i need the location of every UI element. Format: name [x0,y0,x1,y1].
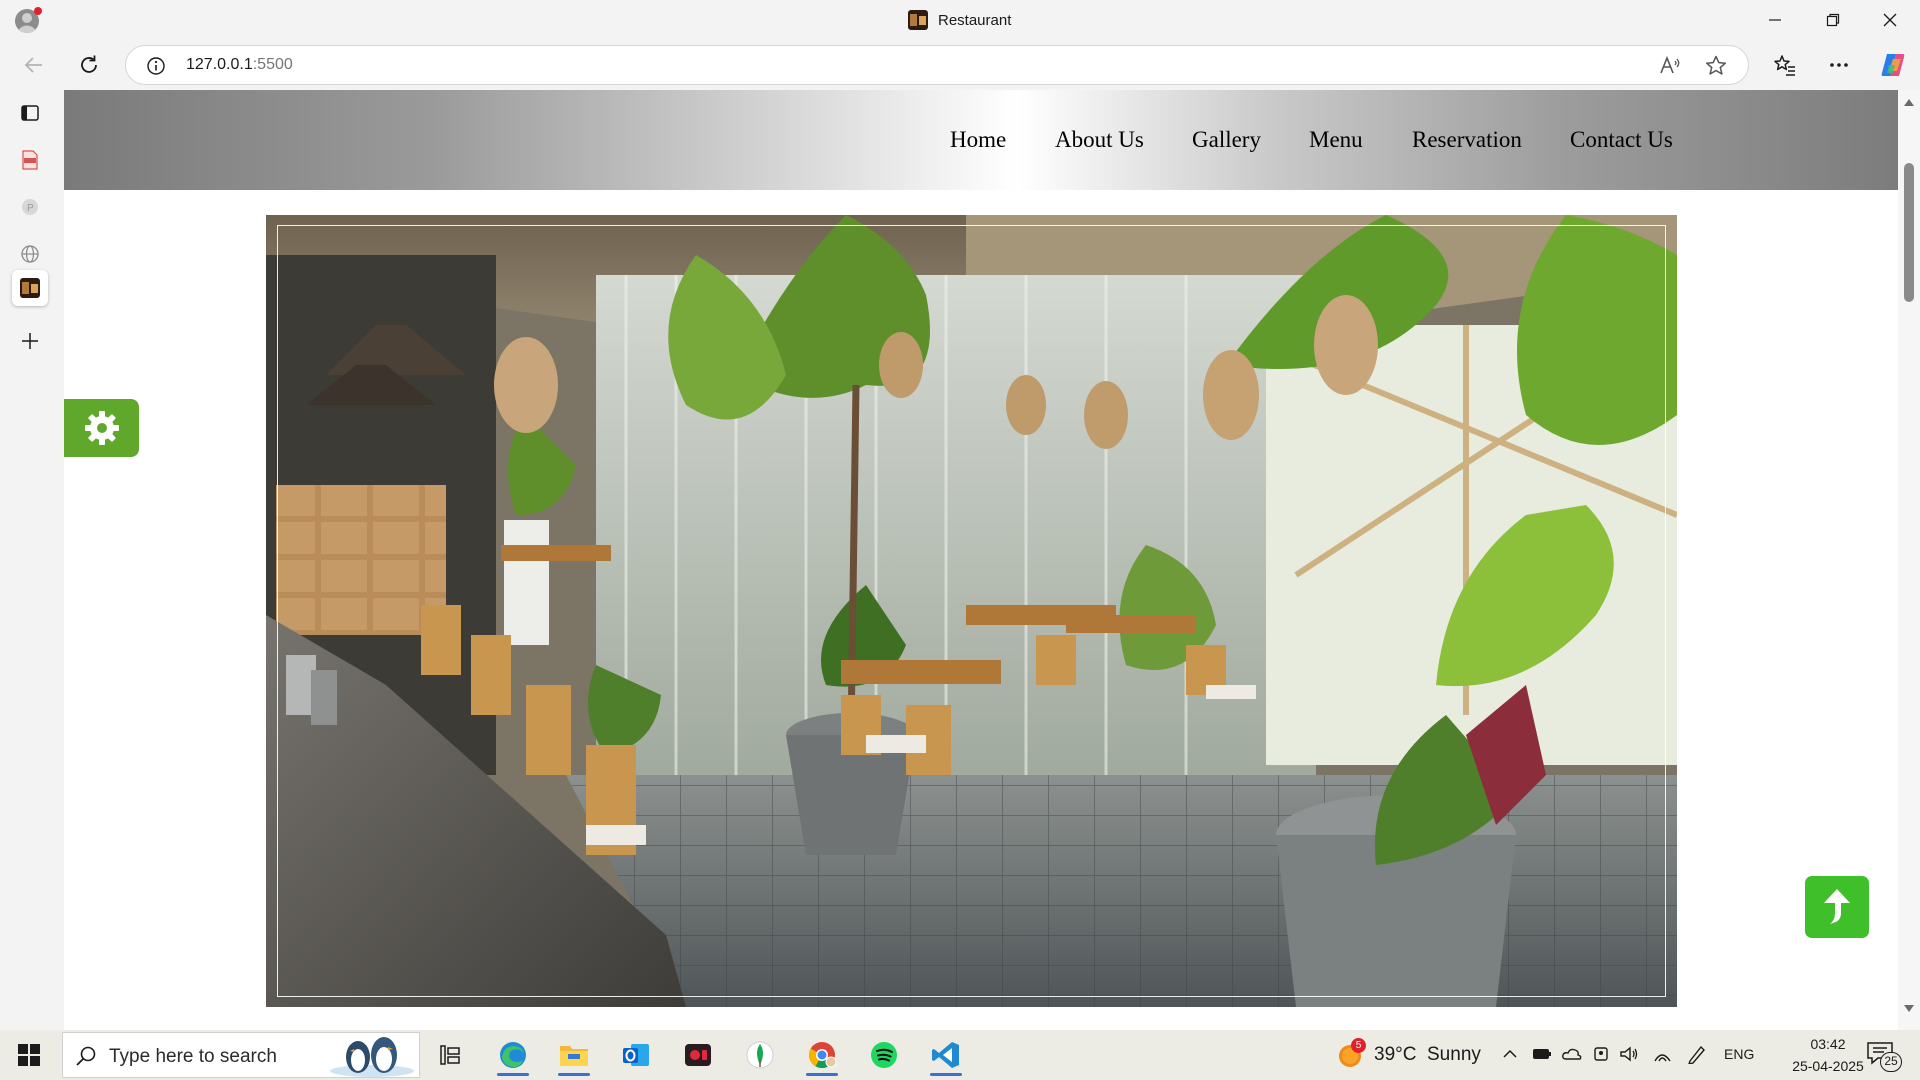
vscode-icon [932,1042,959,1068]
nav-home[interactable]: Home [950,127,1006,153]
language-indicator[interactable]: ENG [1724,1046,1754,1062]
close-window-button[interactable] [1867,6,1913,34]
copilot-icon[interactable] [1878,50,1908,80]
tab-generic-icon[interactable]: P [12,189,48,225]
spotify-icon [871,1042,897,1068]
profile-avatar-icon[interactable] [13,6,43,36]
weather-text: 39°C Sunny [1374,1044,1481,1065]
nav-gallery[interactable]: Gallery [1192,127,1261,153]
notification-center-button[interactable]: 25 [1866,1040,1906,1072]
gear-icon [84,411,119,445]
read-aloud-icon[interactable] [1658,54,1682,78]
back-button[interactable] [16,48,52,82]
favorites-collection-icon[interactable] [1770,50,1800,80]
show-hidden-icons-chevron-icon[interactable] [1499,1043,1521,1065]
weather-badge: 5 [1351,1038,1366,1053]
url-host: 127.0.0.1 [186,56,253,73]
tab-pdf-icon[interactable] [12,142,48,178]
more-options-icon[interactable] [1824,50,1854,80]
taskbar-app-spotify[interactable] [858,1034,910,1076]
nav-menu[interactable]: Menu [1309,127,1363,153]
task-view-button[interactable] [424,1034,476,1076]
address-bar[interactable]: 127.0.0.1:5500 [125,45,1749,85]
restaurant-favicon-icon [908,10,928,30]
pen-tray-icon[interactable] [1685,1043,1707,1065]
taskbar-app-outlook[interactable] [610,1034,662,1076]
hero-image-frame [277,225,1666,997]
minimize-button[interactable] [1752,6,1798,34]
hero-restaurant-image [266,215,1677,1007]
address-toolbar: 127.0.0.1:5500 [0,40,1920,90]
outlook-icon [623,1044,649,1066]
refresh-button[interactable] [71,48,107,82]
settings-gear-button[interactable] [64,399,139,457]
edge-icon [500,1042,526,1068]
screen-recorder-icon [685,1044,711,1066]
taskbar-app-chrome[interactable] [796,1034,848,1076]
svg-text:P: P [27,203,34,214]
title-bar: Restaurant [0,0,1920,40]
taskbar-app-file-explorer[interactable] [548,1034,600,1076]
task-view-icon [440,1045,460,1065]
window-tab[interactable]: Restaurant [908,9,1011,31]
site-info-icon[interactable] [146,56,166,76]
new-tab-plus-icon[interactable] [12,323,48,359]
notification-count-badge: 25 [1880,1052,1902,1072]
chrome-icon [808,1042,837,1069]
meet-now-tray-icon[interactable] [1590,1043,1612,1065]
scroll-up-arrow-icon[interactable] [1902,96,1916,108]
search-placeholder: Type here to search [109,1046,277,1067]
taskbar-app-edge[interactable] [487,1034,539,1076]
scroll-to-top-button[interactable] [1805,876,1869,938]
battery-tray-icon[interactable] [1531,1043,1553,1065]
arrow-up-icon [1824,889,1850,924]
nav-about-us[interactable]: About Us [1055,127,1144,153]
scrollbar-thumb[interactable] [1904,163,1914,302]
scroll-down-arrow-icon[interactable] [1902,1003,1916,1015]
nav-contact-us[interactable]: Contact Us [1570,127,1673,153]
windows-taskbar: Type here to search 5 39°C Sunny ENG 03:… [0,1030,1920,1080]
start-button[interactable] [12,1040,46,1070]
tab-restaurant-active[interactable] [12,270,48,306]
wifi-tray-icon[interactable] [1651,1043,1673,1065]
search-highlight-penguins-icon [328,1035,416,1077]
onedrive-tray-icon[interactable] [1561,1043,1583,1065]
taskbar-app-screen-recorder[interactable] [672,1034,724,1076]
nav-reservation[interactable]: Reservation [1412,127,1522,153]
clock-time[interactable]: 03:42 [1790,1036,1866,1052]
taskbar-app-mongodb-compass[interactable] [734,1034,786,1076]
tab-actions-icon[interactable] [12,95,48,131]
vertical-tabs-sidebar: P [0,90,64,1030]
site-navbar: Home About Us Gallery Menu Reservation C… [64,90,1898,190]
mongodb-compass-icon [746,1041,774,1069]
tab-globe-icon[interactable] [12,236,48,272]
windows-logo-icon [18,1044,40,1066]
favorite-star-icon[interactable] [1704,54,1728,78]
window-tab-title: Restaurant [938,11,1012,29]
file-explorer-icon [560,1046,588,1066]
volume-tray-icon[interactable] [1618,1043,1640,1065]
taskbar-app-vscode[interactable] [920,1034,972,1076]
search-icon [75,1045,97,1067]
page-viewport: Home About Us Gallery Menu Reservation C… [64,90,1920,1030]
sun-icon: 5 [1336,1038,1366,1070]
url-port: :5500 [252,56,293,73]
weather-widget[interactable]: 5 39°C Sunny [1336,1038,1481,1072]
restore-button[interactable] [1810,6,1856,34]
url-text[interactable]: 127.0.0.1:5500 [186,56,293,74]
taskbar-search-box[interactable]: Type here to search [62,1032,420,1078]
